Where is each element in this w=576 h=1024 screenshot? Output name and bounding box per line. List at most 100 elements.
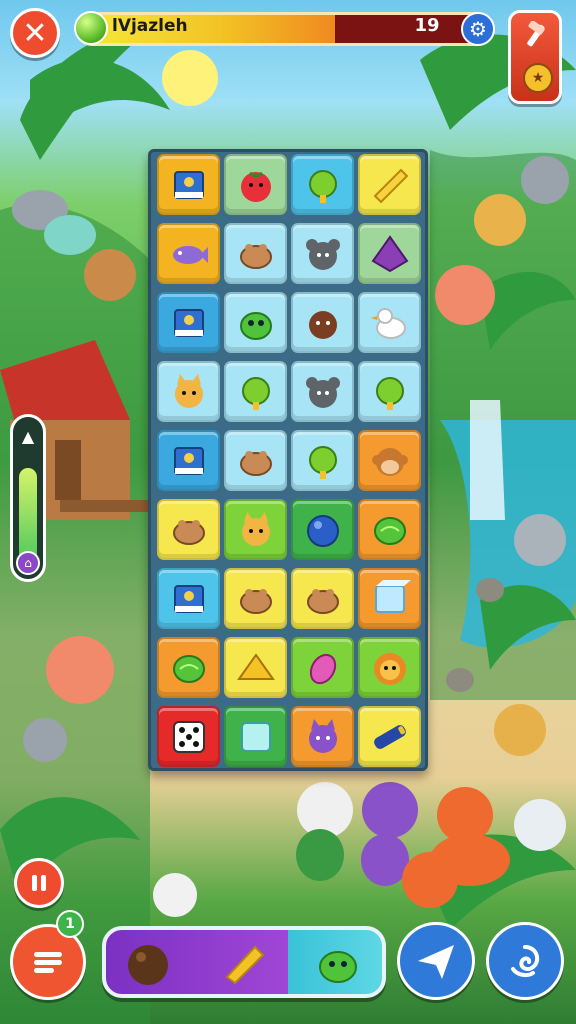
purple-cat-icon (308, 718, 337, 753)
tile-purple-gem[interactable] (358, 223, 421, 284)
paper-plane-button[interactable] (397, 922, 475, 1000)
tile-tomato[interactable] (224, 154, 287, 215)
tomato-icon (240, 171, 271, 202)
monkey-icon (371, 447, 408, 476)
tile-book[interactable] (157, 430, 220, 491)
tile-monkey[interactable] (358, 430, 421, 491)
green-ball-icon (373, 516, 406, 545)
hamster-icon (239, 243, 272, 269)
cat-icon (241, 511, 270, 546)
tile-blue-battery[interactable] (358, 706, 421, 767)
banana-icon (225, 945, 265, 985)
hamster-icon (172, 519, 205, 545)
tile-green-fruit[interactable] (358, 361, 421, 422)
tile-cat[interactable] (157, 361, 220, 422)
cheese-wedge-icon (236, 652, 275, 680)
coconut-icon (128, 945, 168, 985)
tile-book[interactable] (157, 292, 220, 353)
hamster-icon (239, 450, 272, 476)
pause-icon (32, 875, 46, 891)
pink-egg-icon (309, 653, 336, 684)
green-orb-icon (74, 11, 108, 45)
banana-icon (373, 168, 408, 203)
tile-gray-mouse[interactable] (291, 361, 354, 422)
progress-title: lVjazleh (112, 16, 188, 36)
item-tray (102, 926, 386, 998)
tile-goose[interactable] (358, 292, 421, 353)
house-icon[interactable]: ⌂ (16, 551, 40, 575)
tile-cat[interactable] (224, 499, 287, 560)
tile-ice-cube[interactable] (358, 568, 421, 629)
dice-icon (172, 720, 205, 753)
settings-button[interactable]: ⚙ (461, 12, 495, 46)
tile-purple-fish[interactable] (157, 223, 220, 284)
green-fruit-icon (241, 376, 270, 410)
tile-book[interactable] (157, 568, 220, 629)
tile-green-fruit[interactable] (224, 361, 287, 422)
arrow-up-icon: ▲ (21, 427, 35, 446)
swirl-icon (511, 945, 540, 978)
tile-hamster[interactable] (224, 430, 287, 491)
tile-hamster[interactable] (291, 568, 354, 629)
close-x-icon: ✕ (22, 15, 48, 51)
tile-banana[interactable] (358, 154, 421, 215)
purple-fish-icon (172, 245, 208, 264)
tile-dice[interactable] (157, 706, 220, 767)
tile-mint-square[interactable] (224, 706, 287, 767)
book-icon (173, 308, 204, 337)
swirl-button[interactable] (486, 922, 564, 1000)
hammer-icon (527, 21, 545, 47)
blue-ball-icon (306, 514, 339, 547)
tile-purple-cat[interactable] (291, 706, 354, 767)
green-ball-icon (172, 654, 205, 683)
tile-gray-mouse[interactable] (291, 223, 354, 284)
notification-badge: 1 (56, 910, 84, 938)
goose-icon (370, 307, 406, 339)
paper-plane-icon (418, 945, 454, 979)
gray-mouse-icon (305, 376, 340, 408)
tile-cheese-wedge[interactable] (224, 637, 287, 698)
tile-chocolate-blob[interactable] (291, 292, 354, 353)
green-fruit-icon (308, 445, 337, 479)
side-level-slider[interactable]: ▲ ⌂ (10, 414, 46, 582)
gray-mouse-icon (305, 238, 340, 270)
tile-green-blob[interactable] (224, 292, 287, 353)
tray-slot-2[interactable] (216, 936, 272, 992)
green-fruit-icon (375, 376, 404, 410)
ice-cube-icon (374, 579, 411, 613)
tile-green-ball[interactable] (358, 499, 421, 560)
game-scene: ✕ lVjazleh 19 ⚙ ★ ▲ ⌂ 1 (0, 0, 576, 1024)
tile-blue-ball[interactable] (291, 499, 354, 560)
tile-hamster[interactable] (224, 568, 287, 629)
green-fruit-icon (308, 169, 337, 203)
tile-lion[interactable] (358, 637, 421, 698)
chocolate-blob-icon (308, 310, 337, 339)
pause-button[interactable] (14, 858, 64, 908)
gear-icon: ⚙ (469, 17, 487, 41)
green-blob-icon (239, 311, 272, 340)
hammer-booster-button[interactable]: ★ (508, 10, 562, 104)
tile-pink-egg[interactable] (291, 637, 354, 698)
tile-green-fruit[interactable] (291, 154, 354, 215)
book-icon (173, 584, 204, 613)
close-button[interactable]: ✕ (10, 8, 60, 58)
tray-slot-1[interactable] (120, 936, 176, 992)
tile-book[interactable] (157, 154, 220, 215)
tile-green-ball[interactable] (157, 637, 220, 698)
purple-gem-icon (371, 234, 408, 272)
book-icon (173, 170, 204, 199)
match-board (148, 149, 428, 771)
hamster-icon (239, 588, 272, 614)
menu-icon (34, 952, 62, 973)
tray-slot-3[interactable] (310, 936, 366, 992)
cat-icon (174, 373, 203, 408)
book-icon (173, 446, 204, 475)
tile-hamster[interactable] (224, 223, 287, 284)
progress-count: 19 (414, 15, 440, 36)
green-blob-icon (319, 951, 357, 983)
tile-green-fruit[interactable] (291, 430, 354, 491)
hamster-icon (306, 588, 339, 614)
tile-hamster[interactable] (157, 499, 220, 560)
star-lock-icon: ★ (523, 63, 553, 93)
blue-battery-icon (373, 724, 406, 749)
